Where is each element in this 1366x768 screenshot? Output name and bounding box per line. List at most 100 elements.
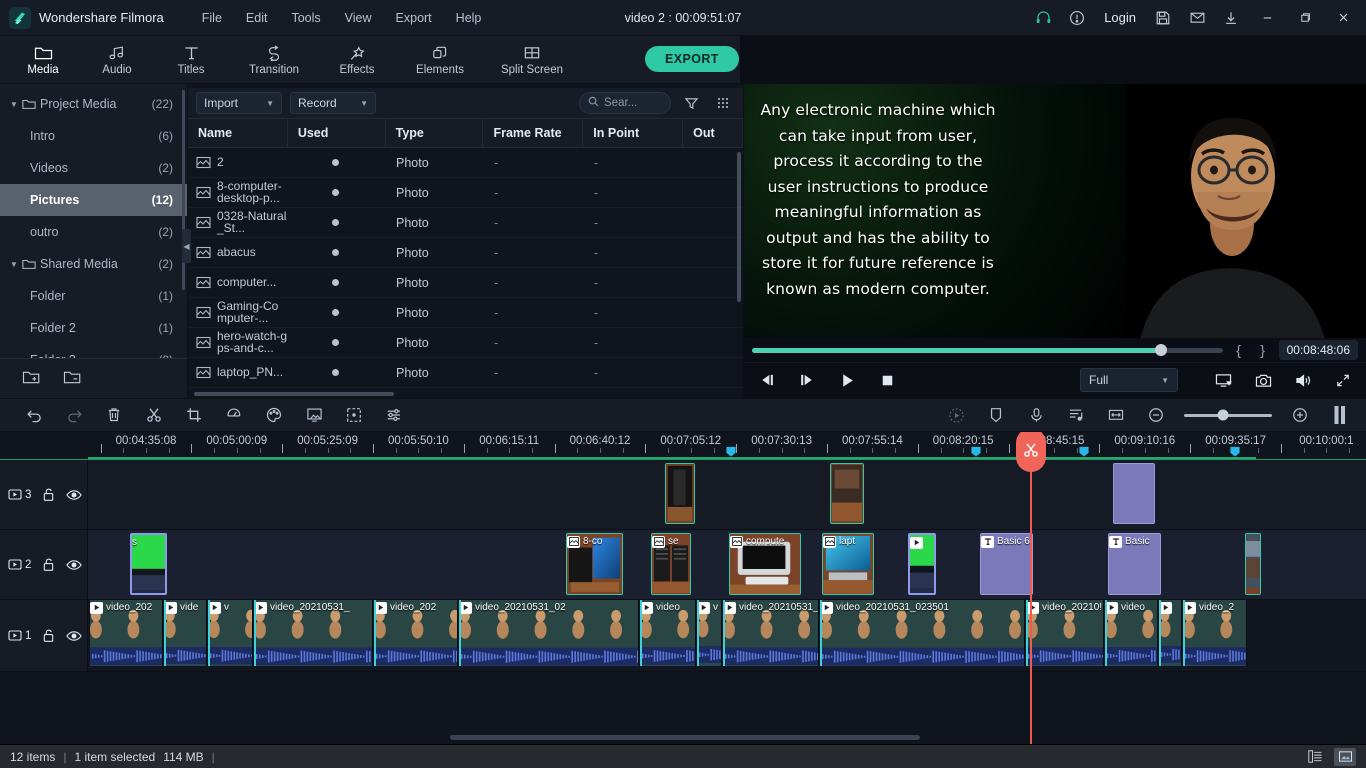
menu-view[interactable]: View xyxy=(333,7,384,29)
search-input[interactable]: Sear... xyxy=(579,92,671,114)
restore-button[interactable] xyxy=(1286,0,1324,36)
green-screen-icon[interactable] xyxy=(294,399,334,431)
detach-icon[interactable] xyxy=(1320,399,1360,431)
clip-video[interactable]: video_20210! xyxy=(1026,600,1104,666)
clip-video[interactable]: video_20210531_023501 xyxy=(820,600,1025,666)
clip-video[interactable]: video_20210531_02 xyxy=(459,600,639,666)
marker-icon[interactable] xyxy=(976,399,1016,431)
thumbnail-view-icon[interactable] xyxy=(1334,747,1356,766)
clip-text[interactable]: Basic xyxy=(1108,533,1161,595)
menu-file[interactable]: File xyxy=(190,7,234,29)
marker-icon[interactable] xyxy=(1230,446,1241,457)
zoom-in-icon[interactable] xyxy=(1280,399,1320,431)
clip-video[interactable]: video_20210531_ xyxy=(254,600,373,666)
clip-video[interactable] xyxy=(1159,600,1182,666)
import-dropdown[interactable]: Import ▼ xyxy=(196,92,282,114)
motion-tracking-icon[interactable] xyxy=(334,399,374,431)
menu-export[interactable]: Export xyxy=(384,7,444,29)
adjust-sliders-icon[interactable] xyxy=(374,399,414,431)
tab-elements[interactable]: Elements xyxy=(394,36,486,84)
tree-item-folder-2[interactable]: Folder 2 (1) xyxy=(0,312,187,344)
track-2-lock-icon[interactable] xyxy=(36,557,62,572)
tab-transition[interactable]: Transition xyxy=(228,36,320,84)
crop-icon[interactable] xyxy=(174,399,214,431)
collapse-panel-handle[interactable]: ◀ xyxy=(182,229,191,263)
column-in-point[interactable]: In Point xyxy=(583,118,684,148)
clip-photo[interactable]: compute xyxy=(729,533,801,595)
delete-icon[interactable] xyxy=(94,399,134,431)
track-1[interactable]: 1 video_202 vide v video_20210531_ video_202… xyxy=(0,600,1366,672)
clip-video[interactable]: vide xyxy=(164,600,207,666)
mail-icon[interactable] xyxy=(1180,0,1214,36)
table-row[interactable]: hero-watch-gps-and-c... Photo - - xyxy=(188,328,743,358)
volume-icon[interactable] xyxy=(1292,373,1314,388)
info-icon[interactable] xyxy=(1060,0,1094,36)
preview-timecode[interactable]: 00:08:48:06 xyxy=(1278,340,1358,361)
media-vertical-scrollbar[interactable] xyxy=(737,152,741,302)
prev-frame-icon[interactable] xyxy=(756,373,778,387)
clip-green-selected[interactable] xyxy=(908,533,936,595)
table-row[interactable]: Gaming-Computer-... Photo - - xyxy=(188,298,743,328)
tree-item-shared-media[interactable]: ▼ Shared Media (2) xyxy=(0,248,187,280)
filter-icon[interactable] xyxy=(679,91,703,115)
tree-item-project-media[interactable]: ▼ Project Media (22) xyxy=(0,88,187,120)
tree-item-outro[interactable]: outro (2) xyxy=(0,216,187,248)
menu-help[interactable]: Help xyxy=(444,7,494,29)
clip-green[interactable]: s xyxy=(130,533,167,595)
remove-folder-icon[interactable] xyxy=(63,369,82,388)
tab-media[interactable]: Media xyxy=(6,36,80,84)
marker-icon[interactable] xyxy=(726,446,737,457)
headset-icon[interactable] xyxy=(1026,0,1060,36)
tree-item-intro[interactable]: Intro (6) xyxy=(0,120,187,152)
seek-slider[interactable] xyxy=(752,344,1223,357)
track-3-lane[interactable] xyxy=(88,460,1366,529)
clip-photo[interactable] xyxy=(1245,533,1261,595)
minimize-button[interactable] xyxy=(1248,0,1286,36)
track-3[interactable]: 3 xyxy=(0,460,1366,530)
tab-audio[interactable]: Audio xyxy=(80,36,154,84)
track-1-lane[interactable]: video_202 vide v video_20210531_ video_202 vi… xyxy=(88,600,1366,671)
voiceover-icon[interactable] xyxy=(1016,399,1056,431)
zoom-slider-handle[interactable] xyxy=(1217,409,1229,421)
clip-text[interactable]: Basic 6 xyxy=(980,533,1033,595)
download-icon[interactable] xyxy=(1214,0,1248,36)
track-1-visibility-icon[interactable] xyxy=(61,630,87,642)
export-button[interactable]: EXPORT xyxy=(645,46,739,72)
login-button[interactable]: Login xyxy=(1094,0,1146,36)
quality-dropdown[interactable]: Full ▼ xyxy=(1080,368,1178,393)
close-button[interactable] xyxy=(1324,0,1362,36)
table-row[interactable]: abacus Photo - - xyxy=(188,238,743,268)
clip-video[interactable]: v xyxy=(208,600,253,666)
playhead-split-handle[interactable] xyxy=(1016,432,1046,472)
timeline-zoom-slider[interactable] xyxy=(1184,409,1272,421)
save-icon[interactable] xyxy=(1146,0,1180,36)
stop-icon[interactable] xyxy=(876,374,898,387)
tab-titles[interactable]: Titles xyxy=(154,36,228,84)
marker-icon[interactable] xyxy=(1079,446,1090,457)
track-3-lock-icon[interactable] xyxy=(36,487,62,502)
track-2-visibility-icon[interactable] xyxy=(61,559,87,571)
clip-photo[interactable] xyxy=(830,463,864,524)
clip-video[interactable]: video xyxy=(1105,600,1158,666)
table-row[interactable]: laptop_PN... Photo - - xyxy=(188,358,743,388)
table-row[interactable]: 8-computer-desktop-p... Photo - - xyxy=(188,178,743,208)
clip-video[interactable]: video_202 xyxy=(374,600,458,666)
column-used[interactable]: Used xyxy=(288,118,386,148)
tree-item-pictures[interactable]: Pictures (12) xyxy=(0,184,187,216)
clip-video[interactable]: video xyxy=(640,600,696,666)
video-preview[interactable]: Any electronic machine which can take in… xyxy=(744,84,1366,339)
column-frame-rate[interactable]: Frame Rate xyxy=(483,118,584,148)
timeline-horizontal-scrollbar[interactable] xyxy=(450,735,920,740)
clip-photo[interactable]: se xyxy=(651,533,691,595)
timeline[interactable]: 00:04:35:08 00:05:00:09 00:05:25:09 00:05:5… xyxy=(0,432,1366,744)
play-icon[interactable] xyxy=(836,373,858,388)
next-frame-icon[interactable] xyxy=(796,373,818,387)
split-scissors-icon[interactable] xyxy=(134,399,174,431)
clip-photo[interactable]: 8-co xyxy=(566,533,623,595)
fit-timeline-icon[interactable] xyxy=(1096,399,1136,431)
screen-cast-icon[interactable] xyxy=(1212,373,1234,388)
clip-video[interactable]: video_202 xyxy=(90,600,163,666)
new-folder-icon[interactable] xyxy=(22,369,41,388)
table-row[interactable]: computer... Photo - - xyxy=(188,268,743,298)
playhead[interactable] xyxy=(1016,432,1046,744)
